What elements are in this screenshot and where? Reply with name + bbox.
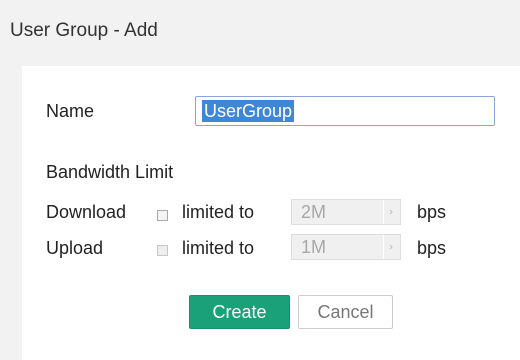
- download-unit-label: bps: [417, 202, 447, 222]
- upload-label: Upload: [46, 238, 104, 258]
- spinner-arrow-icon: [383, 200, 400, 224]
- download-limit-select[interactable]: 2M: [291, 199, 401, 225]
- dialog-title: User Group - Add: [10, 20, 158, 41]
- user-group-add-dialog: User Group - Add Name UserGroup Bandwidt…: [0, 0, 520, 360]
- download-limit-value: 2M: [301, 201, 327, 222]
- create-button[interactable]: Create: [189, 295, 290, 329]
- upload-limit-select[interactable]: 1M: [291, 234, 401, 260]
- name-label: Name: [46, 101, 95, 121]
- spinner-arrow-icon: [383, 235, 400, 259]
- download-limited-to-label: limited to: [182, 202, 255, 222]
- name-input[interactable]: UserGroup: [195, 96, 495, 126]
- bandwidth-limit-heading: Bandwidth Limit: [46, 162, 174, 182]
- upload-limit-checkbox[interactable]: [157, 245, 168, 256]
- upload-limited-to-label: limited to: [182, 238, 255, 258]
- name-input-value: UserGroup: [202, 100, 295, 122]
- upload-limit-value: 1M: [301, 236, 327, 257]
- cancel-button[interactable]: Cancel: [298, 295, 393, 329]
- download-label: Download: [46, 202, 127, 222]
- download-limit-checkbox[interactable]: [157, 210, 168, 221]
- upload-unit-label: bps: [417, 238, 447, 258]
